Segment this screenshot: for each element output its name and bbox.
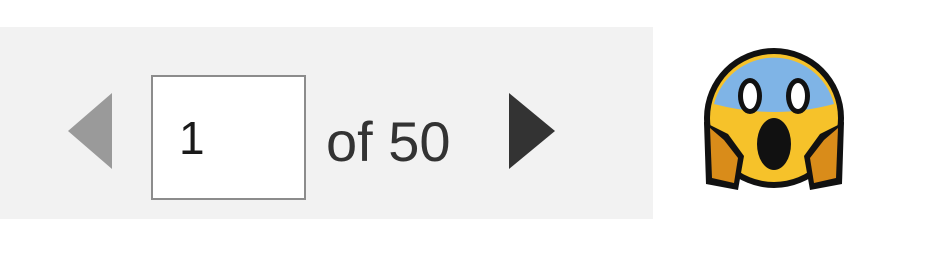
next-page-button[interactable] [509,93,555,169]
face-screaming-in-fear-icon [704,48,844,190]
page-number-input[interactable] [151,75,306,200]
chevron-right-icon [509,93,555,169]
page-total-label: of 50 [326,110,451,173]
chevron-left-icon [68,93,112,169]
previous-page-button[interactable] [68,93,112,169]
